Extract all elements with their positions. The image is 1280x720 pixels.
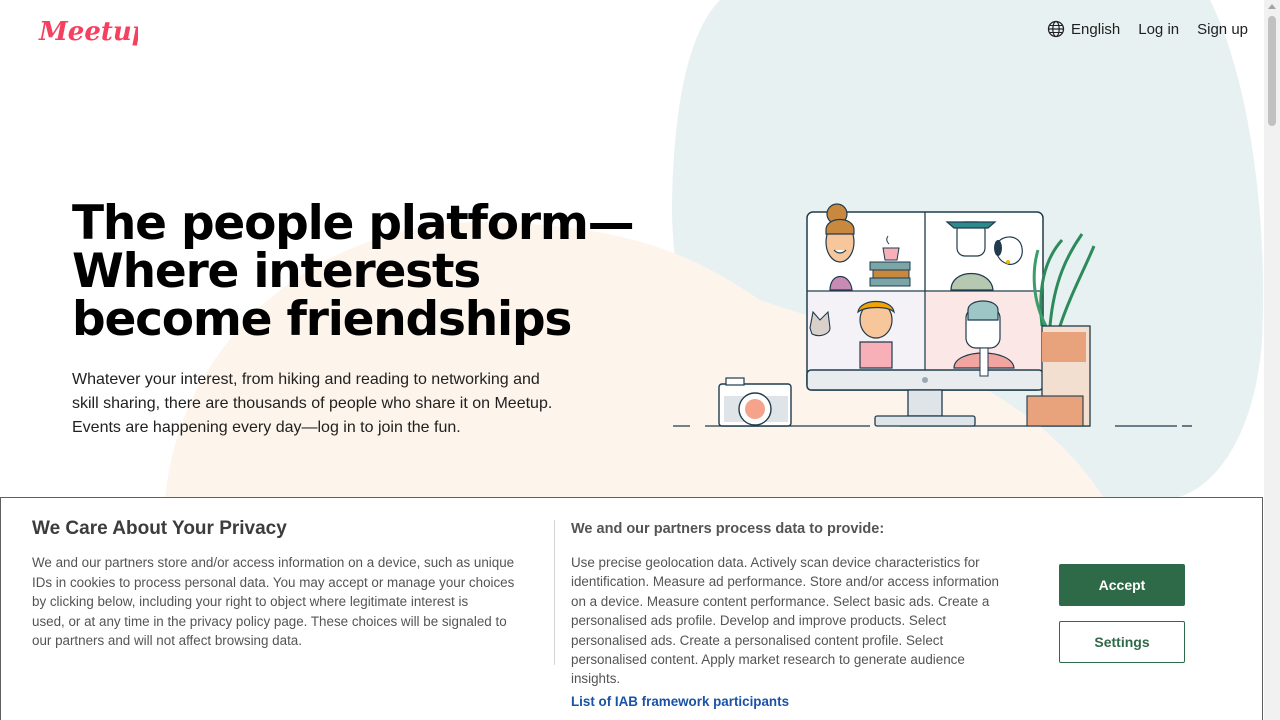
- scroll-up-icon[interactable]: [1268, 4, 1276, 9]
- purposes-text-line: personalised ads profile. Develop and im…: [571, 613, 947, 629]
- consent-title: We Care About Your Privacy: [32, 518, 287, 539]
- hero-text-line: Whatever your interest, from hiking and …: [72, 371, 540, 388]
- accept-button[interactable]: Accept: [1059, 564, 1185, 606]
- logo-wordmark: Meetup: [38, 17, 138, 47]
- globe-icon: [1047, 20, 1065, 38]
- purposes-text-line: personalised content. Apply market resea…: [571, 652, 965, 668]
- meetup-logo[interactable]: Meetup: [38, 12, 150, 52]
- consent-text-line: our partners and will not affect browsin…: [32, 633, 302, 649]
- scrollbar-thumb[interactable]: [1268, 16, 1276, 126]
- hero-text-line: skill sharing, there are thousands of pe…: [72, 395, 553, 412]
- top-nav: English Log in Sign up: [1047, 20, 1248, 38]
- hero-title-line: Where interests: [72, 244, 481, 299]
- hero-text-line: Events are happening every day—log in to…: [72, 419, 461, 436]
- page-scrollbar[interactable]: [1264, 0, 1280, 720]
- consent-text-line: We and our partners store and/or access …: [32, 555, 515, 570]
- consent-divider: [554, 520, 555, 665]
- login-link[interactable]: Log in: [1138, 21, 1179, 38]
- settings-button[interactable]: Settings: [1059, 621, 1185, 663]
- purposes-list: Use precise geolocation data. Actively s…: [571, 553, 1041, 689]
- hero-title-line: become friendships: [72, 292, 572, 347]
- purposes-text-line: on a device. Measure content performance…: [571, 593, 990, 609]
- hero-illustration: [670, 200, 1200, 435]
- consent-description: We and our partners store and/or access …: [32, 553, 542, 651]
- consent-text-line: used, or at any time in the privacy poli…: [32, 613, 507, 629]
- signup-link[interactable]: Sign up: [1197, 21, 1248, 38]
- purposes-text-line: Use precise geolocation data. Actively s…: [571, 555, 980, 570]
- purposes-text-line: personalised ads. Create a personalised …: [571, 632, 944, 648]
- hero-title-line: The people platform—: [72, 196, 635, 251]
- language-label: English: [1071, 20, 1121, 38]
- iab-participants-link[interactable]: List of IAB framework participants: [571, 694, 789, 709]
- consent-text-line: IDs in cookies to process personal data.…: [32, 574, 515, 590]
- purposes-text-line: insights.: [571, 671, 621, 687]
- hero-title: The people platform— Where interests bec…: [72, 196, 635, 347]
- purposes-title: We and our partners process data to prov…: [571, 521, 885, 537]
- site-header: Meetup English Log in Sign up: [0, 0, 1264, 64]
- consent-text-line: by clicking below, including your right …: [32, 594, 469, 610]
- hero-description: Whatever your interest, from hiking and …: [72, 368, 602, 440]
- cookie-consent-banner: We Care About Your Privacy We and our pa…: [0, 497, 1263, 720]
- purposes-text-line: identification. Measure ad performance. …: [571, 574, 999, 590]
- language-selector[interactable]: English: [1047, 20, 1120, 38]
